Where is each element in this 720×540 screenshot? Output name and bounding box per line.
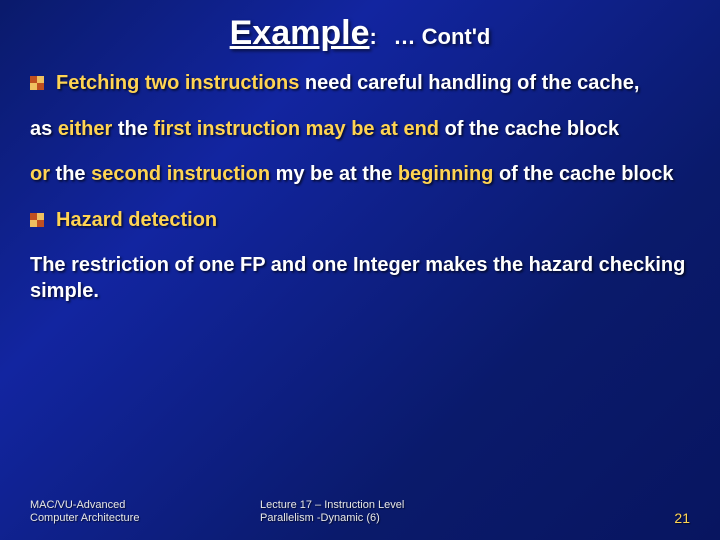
- bullet-item: Hazard detection: [30, 208, 690, 234]
- text-segment: of the cache block: [493, 163, 673, 185]
- bullet-item: as either the first instruction may be a…: [30, 117, 690, 143]
- text-segment: beginning: [398, 163, 494, 185]
- text-segment: of the cache block: [439, 118, 619, 140]
- text-segment: the: [50, 163, 91, 185]
- footer-center: Lecture 17 – Instruction Level Paralleli…: [250, 499, 630, 527]
- bullet-icon: [30, 213, 44, 227]
- title-colon: :: [369, 24, 376, 49]
- text-segment: Hazard detection: [56, 209, 217, 231]
- bullet-item: The restriction of one FP and one Intege…: [30, 253, 690, 304]
- bullet-icon: [30, 76, 44, 90]
- slide-title: Example: … Cont'd: [0, 0, 720, 61]
- text-segment: the: [112, 118, 153, 140]
- text-segment: need careful handling of the cache,: [299, 72, 639, 94]
- text-segment: Fetching two instructions: [56, 72, 299, 94]
- title-main: Example: [230, 14, 370, 52]
- footer-center-line2: Parallelism -Dynamic (6): [260, 512, 630, 526]
- bullet-item: Fetching two instructions need careful h…: [30, 71, 690, 97]
- footer-left: MAC/VU-Advanced Computer Architecture: [30, 499, 250, 527]
- text-segment: my be at the: [270, 163, 398, 185]
- page-number: 21: [630, 510, 690, 526]
- slide-footer: MAC/VU-Advanced Computer Architecture Le…: [0, 499, 720, 527]
- title-contd: … Cont'd: [381, 24, 490, 49]
- text-segment: second instruction: [91, 163, 270, 185]
- footer-left-line2: Computer Architecture: [30, 512, 250, 526]
- text-segment: either: [58, 118, 112, 140]
- text-segment: first instruction may be at end: [153, 118, 439, 140]
- text-segment: as: [30, 118, 58, 140]
- footer-center-line1: Lecture 17 – Instruction Level: [260, 499, 630, 513]
- slide-body: Fetching two instructions need careful h…: [0, 61, 720, 305]
- footer-left-line1: MAC/VU-Advanced: [30, 499, 250, 513]
- text-segment: or: [30, 163, 50, 185]
- text-segment: The restriction of one FP and one Intege…: [30, 254, 685, 302]
- bullet-item: or the second instruction my be at the b…: [30, 162, 690, 188]
